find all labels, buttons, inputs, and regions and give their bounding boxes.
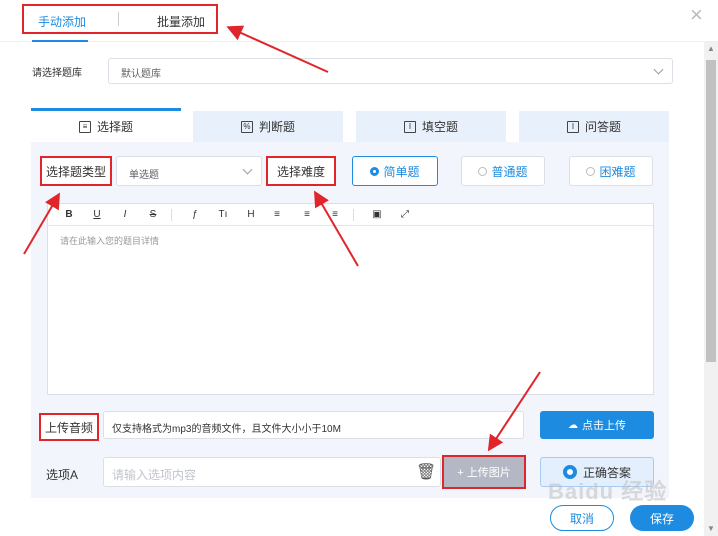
align-right-button[interactable]: ≡: [327, 209, 343, 220]
tab-divider: [118, 12, 119, 26]
rich-text-editor[interactable]: B U I S ƒ Tı H ≡ ≡ ≡ ▣ ⤢ 请在此输入您的题目详情: [47, 203, 654, 395]
toolbar-divider: [171, 209, 172, 221]
underline-button[interactable]: U: [89, 209, 105, 220]
editor-toolbar: B U I S ƒ Tı H ≡ ≡ ≡ ▣ ⤢: [48, 204, 653, 226]
difficulty-label: 选择难度: [276, 164, 325, 179]
audio-label-box: 上传音频: [39, 413, 99, 441]
scroll-down-icon[interactable]: ▼: [707, 524, 715, 533]
question-type-value: 单选题: [129, 170, 159, 181]
font-size-button[interactable]: Tı: [215, 209, 231, 220]
strikethrough-button[interactable]: S: [145, 209, 161, 220]
tab-batch-add[interactable]: 批量添加: [157, 13, 205, 30]
audio-upload-label: 点击上传: [582, 420, 626, 432]
option-a-input[interactable]: 请输入选项内容 🗑: [103, 457, 441, 487]
question-bank-label: 请选择题库: [32, 68, 82, 79]
bold-button[interactable]: B: [61, 209, 77, 220]
tab-manual-add[interactable]: 手动添加: [38, 13, 86, 30]
chevron-down-icon: [653, 64, 664, 75]
cancel-label: 取消: [569, 511, 594, 526]
question-type-label: 选择题类型: [45, 164, 106, 179]
question-bank-value: 默认题库: [121, 69, 161, 80]
scrollbar-thumb[interactable]: [706, 60, 716, 362]
tab-fill-blank-label: 填空题: [421, 120, 458, 134]
cancel-button[interactable]: 取消: [550, 505, 614, 531]
option-a-label: 选项A: [46, 468, 79, 482]
difficulty-normal-label: 普通题: [491, 164, 528, 179]
trash-icon[interactable]: 🗑: [416, 462, 436, 482]
difficulty-hard-label: 困难题: [599, 164, 636, 179]
image-button[interactable]: ▣: [369, 209, 385, 220]
scroll-up-icon[interactable]: ▲: [707, 44, 715, 53]
text-cursor-icon: I: [403, 120, 416, 133]
chevron-down-icon: [242, 164, 253, 175]
fullscreen-button[interactable]: ⤢: [397, 209, 413, 220]
top-tab-bar: 手动添加 批量添加 ×: [0, 0, 718, 42]
tab-fill-blank[interactable]: I 填空题: [356, 111, 506, 142]
question-bank-select[interactable]: 默认题库: [108, 58, 673, 84]
question-type-label-box: 选择题类型: [40, 156, 112, 186]
tab-true-false-label: 判断题: [258, 120, 295, 134]
close-icon[interactable]: ×: [690, 4, 703, 26]
difficulty-normal[interactable]: 普通题: [461, 156, 545, 186]
scrollbar-track: ▲ ▼: [704, 42, 718, 536]
option-a-placeholder: 请输入选项内容: [112, 468, 197, 482]
percent-icon: %: [240, 120, 253, 133]
upload-image-label: + 上传图片: [457, 467, 511, 479]
audio-upload-button[interactable]: ☁ 点击上传: [540, 411, 654, 439]
tab-active-underline: [32, 40, 88, 42]
radio-selected-icon: [370, 166, 380, 176]
list-icon: ≡: [78, 120, 91, 133]
tab-qa-label: 问答题: [584, 120, 621, 134]
save-button[interactable]: 保存: [630, 505, 694, 531]
italic-button[interactable]: I: [117, 209, 133, 220]
radio-icon: [586, 166, 596, 176]
cloud-upload-icon: ☁: [568, 419, 578, 431]
difficulty-easy-label: 简单题: [383, 164, 420, 179]
heading-button[interactable]: H: [243, 209, 259, 220]
audio-hint-box: 仅支持格式为mp3的音频文件，且文件大小小于10M: [103, 411, 524, 439]
tab-choice-label: 选择题: [96, 120, 133, 134]
tab-true-false[interactable]: % 判断题: [193, 111, 343, 142]
tab-choice[interactable]: ≡ 选择题: [31, 108, 181, 142]
audio-label: 上传音频: [44, 420, 93, 435]
question-type-select[interactable]: 单选题: [116, 156, 262, 186]
difficulty-label-box: 选择难度: [266, 156, 336, 186]
baidu-watermark: Baidu 经验: [548, 479, 668, 504]
difficulty-easy[interactable]: 简单题: [352, 156, 438, 186]
upload-image-button[interactable]: + 上传图片: [442, 455, 526, 489]
align-center-button[interactable]: ≡: [299, 209, 315, 220]
text-cursor-icon: I: [566, 120, 579, 133]
align-left-button[interactable]: ≡: [269, 209, 285, 220]
tab-qa[interactable]: I 问答题: [519, 111, 669, 142]
audio-hint: 仅支持格式为mp3的音频文件，且文件大小小于10M: [112, 424, 341, 435]
radio-icon: [478, 166, 488, 176]
editor-placeholder: 请在此输入您的题目详情: [60, 236, 160, 246]
toolbar-divider: [353, 209, 354, 221]
font-button[interactable]: ƒ: [187, 209, 203, 220]
difficulty-hard[interactable]: 困难题: [569, 156, 653, 186]
save-label: 保存: [649, 511, 674, 526]
